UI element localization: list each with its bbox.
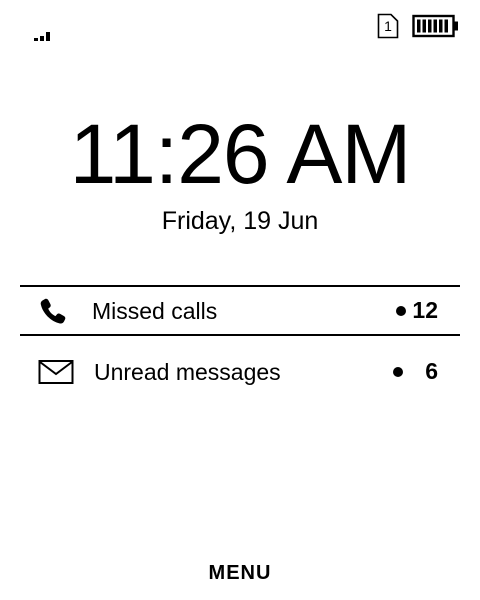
unread-messages-count-value: 6 bbox=[425, 358, 438, 384]
menu-softkey[interactable]: MENU bbox=[0, 562, 480, 585]
envelope-icon bbox=[38, 357, 76, 387]
signal-strength-icon bbox=[34, 32, 50, 41]
notification-missed-calls[interactable]: Missed calls 12 bbox=[20, 285, 460, 336]
missed-calls-count-value: 12 bbox=[412, 297, 438, 323]
unread-messages-count: 6 bbox=[368, 358, 438, 385]
missed-calls-count: 12 bbox=[368, 297, 438, 324]
battery-full-icon bbox=[412, 14, 458, 38]
sim-slot-number: 1 bbox=[384, 18, 392, 34]
sim-card-icon: 1 bbox=[377, 13, 399, 39]
notification-unread-messages[interactable]: Unread messages 6 bbox=[20, 348, 460, 395]
bullet-icon bbox=[393, 366, 404, 377]
clock-time: 11:26 AM bbox=[69, 107, 412, 201]
unread-messages-label: Unread messages bbox=[94, 358, 281, 385]
notification-list: Missed calls 12 Unread messages 6 bbox=[20, 285, 460, 395]
clock-date: Friday, 19 Jun bbox=[161, 207, 319, 235]
missed-calls-label: Missed calls bbox=[92, 297, 218, 324]
phone-icon bbox=[38, 296, 76, 326]
status-bar: 1 bbox=[0, 0, 480, 50]
bullet-icon bbox=[396, 305, 407, 316]
